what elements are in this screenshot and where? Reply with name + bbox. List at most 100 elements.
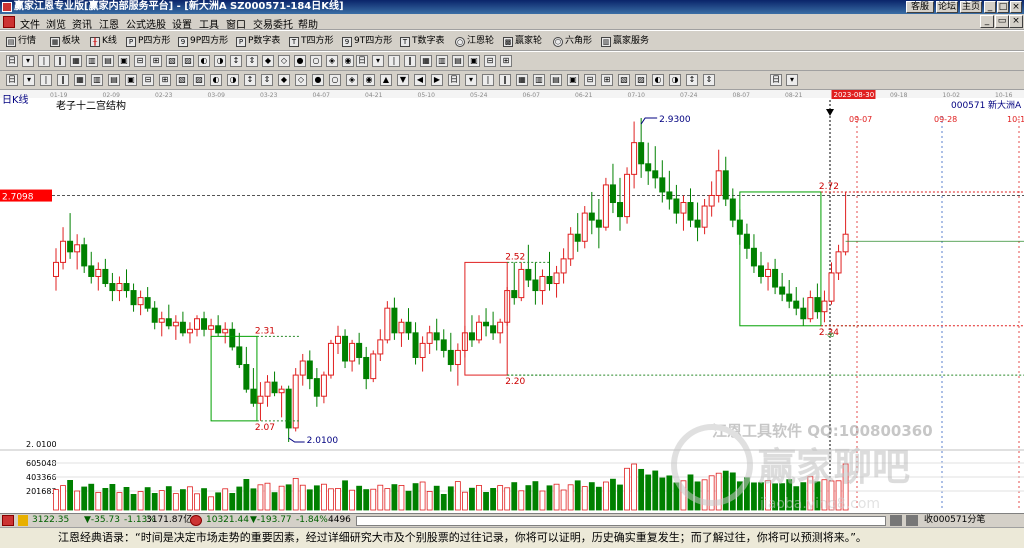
tb3-tool-16-icon[interactable]: ◆ [278,74,290,86]
tb2-tool-7-icon[interactable]: ▣ [468,55,480,67]
tb2-tool-16-icon[interactable]: ◆ [262,55,274,67]
tb2-tool-14-icon[interactable]: ↕ [230,55,242,67]
tb2-tool-8-icon[interactable]: ⊟ [134,55,146,67]
tb3-tool-30-icon[interactable]: ▦ [516,74,528,86]
menu-window[interactable]: 窗口 [226,16,246,31]
tool-hexagon[interactable]: ⬡ 六角形 [553,34,592,48]
tb3-tool-34-icon[interactable]: ⊟ [584,74,596,86]
tb3-tool-35-icon[interactable]: ⊞ [601,74,613,86]
tb2-tool-5-icon[interactable]: ▥ [436,55,448,67]
tool-winner-wheel[interactable]: ▩ 赢家轮 [503,34,542,48]
child-minimize-icon[interactable]: _ [980,15,994,28]
tb3-tool-33-icon[interactable]: ▣ [567,74,579,86]
status-scrollbar[interactable] [356,516,886,526]
tb3-tool-15-icon[interactable]: ⇕ [261,74,273,86]
scroll-left-icon[interactable] [890,515,902,526]
tb3-tool-23-icon[interactable]: ▼ [397,74,409,86]
kline-chart-panel[interactable]: 01-19 02-09 02-23 03-09 03-23 04-07 04-21 05-10… [0,90,1024,513]
tb2-tool-10-icon[interactable]: ▧ [166,55,178,67]
tb2-tool-2-icon[interactable]: | [388,55,400,67]
tb3-tool-4-icon[interactable]: ▦ [74,74,86,86]
tb2-tool-9-icon[interactable]: ⊞ [500,55,512,67]
tb2-tool-11-icon[interactable]: ▨ [182,55,194,67]
tool-t-square[interactable]: T T四方形 [289,34,334,48]
tb2-tool-0-icon[interactable]: 日 [6,55,18,67]
tb3-tool-12-icon[interactable]: ◐ [210,74,222,86]
tool-service[interactable]: ▥ 赢家服务 [601,34,649,48]
tb2-tool-4-icon[interactable]: ▦ [420,55,432,67]
tb3-tool-24-icon[interactable]: ◀ [414,74,426,86]
tb3-tool-10-icon[interactable]: ▧ [176,74,188,86]
tb3-tool-13-icon[interactable]: ◑ [227,74,239,86]
tb3-tool-26-icon[interactable]: 日 [448,74,460,86]
tb3-tool-29-icon[interactable]: ‖ [499,74,511,86]
scroll-right-icon[interactable] [906,515,918,526]
tool-t-table[interactable]: T T数字表 [400,34,445,48]
tb3-tool-2-icon[interactable]: | [40,74,52,86]
menu-file[interactable]: 文件 [20,16,40,31]
tb2-tool-15-icon[interactable]: ⇕ [246,55,258,67]
menu-help[interactable]: 帮助 [298,16,318,31]
tb3-tool-22-icon[interactable]: ▲ [380,74,392,86]
tool-gann-wheel[interactable]: ○ 江恩轮 [455,34,494,48]
tb3-tool-31-icon[interactable]: ▥ [533,74,545,86]
tb3-tool-40-icon[interactable]: ↕ [686,74,698,86]
menu-news[interactable]: 资讯 [72,16,92,31]
tb3-tool-6-icon[interactable]: ▤ [108,74,120,86]
tb3-tool-17-icon[interactable]: ◇ [295,74,307,86]
tool-p-table[interactable]: P P数字表 [236,34,280,48]
menu-browse[interactable]: 浏览 [46,16,66,31]
customer-service-button[interactable]: 客服 [906,1,934,13]
tb2-tool-12-icon[interactable]: ◐ [198,55,210,67]
tb2-tool-1-icon[interactable]: ▾ [22,55,34,67]
tb3-tool-25-icon[interactable]: ▶ [431,74,443,86]
tb3-tool-19-icon[interactable]: ○ [329,74,341,86]
tb3-tool-0-icon[interactable]: 日 [6,74,18,86]
tool-quote[interactable]: ▤ 行情 [6,34,36,48]
kline-chart[interactable]: 01-19 02-09 02-23 03-09 03-23 04-07 04-21 05-10… [0,90,1024,513]
tb2-tool-8-icon[interactable]: ⊟ [484,55,496,67]
tb3-tool-3-icon[interactable]: ‖ [57,74,69,86]
tb3-tool-21-icon[interactable]: ◉ [363,74,375,86]
tb3-tool-37-icon[interactable]: ▨ [635,74,647,86]
maximize-icon[interactable]: □ [997,1,1009,13]
menu-trade[interactable]: 交易委托 [253,16,293,31]
tb3-tool-9-icon[interactable]: ⊞ [159,74,171,86]
menu-settings[interactable]: 设置 [172,16,192,31]
tb3-tool-20-icon[interactable]: ◈ [346,74,358,86]
tb2-tool-2-icon[interactable]: | [38,55,50,67]
tb3-tool-28-icon[interactable]: | [482,74,494,86]
tb2-tool-1-icon[interactable]: ▾ [372,55,384,67]
tb2-tool-9-icon[interactable]: ⊞ [150,55,162,67]
tb3-tool-36-icon[interactable]: ▧ [618,74,630,86]
tb3-tool-18-icon[interactable]: ● [312,74,324,86]
tb3-tool-39-icon[interactable]: ◑ [669,74,681,86]
tb3-tool-32-icon[interactable]: ▤ [550,74,562,86]
tb2-tool-6-icon[interactable]: ▤ [452,55,464,67]
tool-9t-square[interactable]: 9 9T四方形 [342,34,392,48]
minimize-icon[interactable]: _ [984,1,996,13]
tb3-tool-1-icon[interactable]: ▾ [786,74,798,86]
tb2-tool-4-icon[interactable]: ▦ [70,55,82,67]
menu-tools[interactable]: 工具 [199,16,219,31]
tb2-tool-5-icon[interactable]: ▥ [86,55,98,67]
forum-button[interactable]: 论坛 [936,1,958,13]
tb2-tool-3-icon[interactable]: ‖ [404,55,416,67]
home-button[interactable]: 主页 [960,1,982,13]
tb2-tool-13-icon[interactable]: ◑ [214,55,226,67]
menu-gann[interactable]: 江恩 [99,16,119,31]
tb2-tool-17-icon[interactable]: ◇ [278,55,290,67]
tb3-tool-38-icon[interactable]: ◐ [652,74,664,86]
tb2-tool-18-icon[interactable]: ● [294,55,306,67]
tb3-tool-1-icon[interactable]: ▾ [23,74,35,86]
child-close-icon[interactable]: × [1009,15,1023,28]
tb2-tool-21-icon[interactable]: ◉ [342,55,354,67]
close-icon[interactable]: × [1010,1,1022,13]
tb3-tool-8-icon[interactable]: ⊟ [142,74,154,86]
tool-9p-square[interactable]: 9 9P四方形 [178,34,228,48]
tb2-tool-20-icon[interactable]: ◈ [326,55,338,67]
child-restore-icon[interactable]: ▭ [995,15,1009,28]
tool-kline[interactable]: ╫ K线 [90,34,117,48]
tb3-tool-7-icon[interactable]: ▣ [125,74,137,86]
menu-formula[interactable]: 公式选股 [126,16,166,31]
